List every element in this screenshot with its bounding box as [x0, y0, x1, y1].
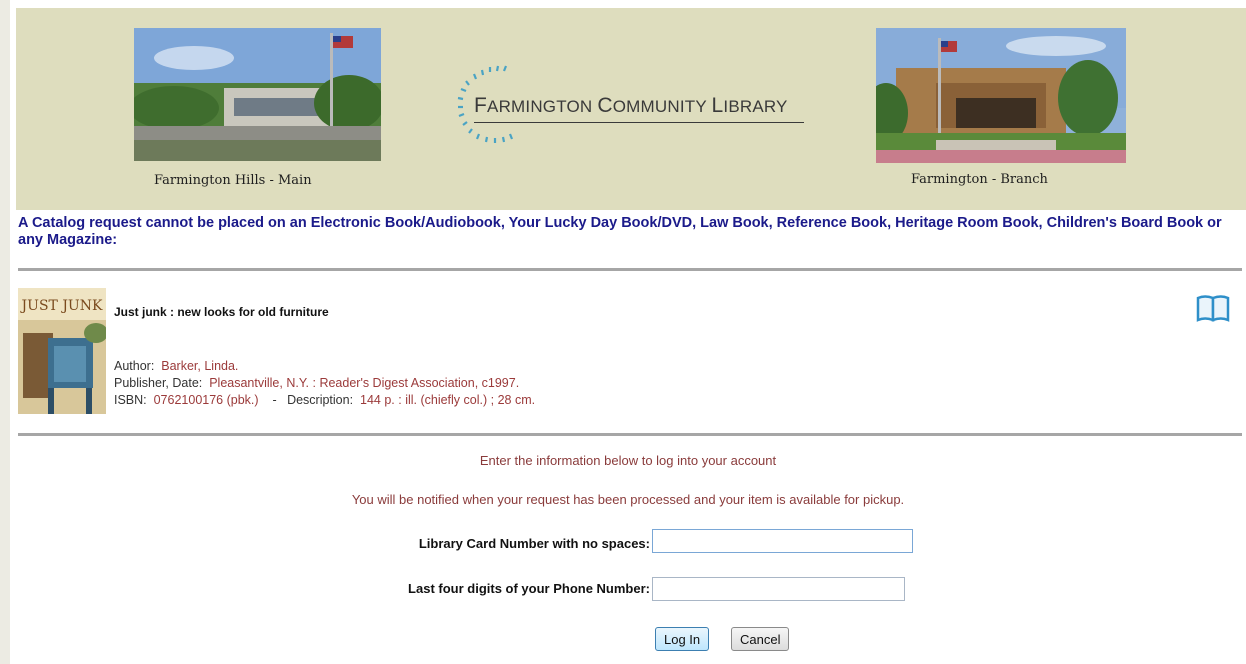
cancel-button[interactable]: Cancel: [731, 627, 790, 651]
item-isbn-description: ISBN: 0762100176 (pbk.) - Description: 1…: [114, 393, 536, 407]
page: Farmington Hills - Main FARMINGTON COMMU…: [10, 0, 1246, 664]
phone-digits-input[interactable]: [652, 577, 905, 601]
open-book-icon[interactable]: [1196, 294, 1230, 322]
divider: [18, 268, 1242, 271]
phone-digits-label: Last four digits of your Phone Number:: [408, 581, 650, 596]
main-library-photo: [134, 28, 381, 161]
library-card-input[interactable]: [652, 529, 913, 553]
item-title: Just junk : new looks for old furniture: [114, 305, 329, 319]
divider: [18, 433, 1242, 436]
library-name: FARMINGTON COMMUNITY LIBRARY: [474, 94, 788, 117]
branch-library-caption: Farmington - Branch: [911, 172, 1048, 187]
item-publisher: Publisher, Date: Pleasantville, N.Y. : R…: [114, 376, 520, 390]
book-cover-image: JUST JUNK: [18, 288, 106, 414]
login-button[interactable]: Log In: [655, 627, 710, 651]
item-author: Author: Barker, Linda.: [114, 359, 239, 373]
login-instructions: Enter the information below to log into …: [479, 453, 777, 468]
cover-title: JUST JUNK: [20, 298, 103, 314]
branch-library-photo: [876, 28, 1126, 163]
catalog-request-notice: A Catalog request cannot be placed on an…: [18, 215, 1222, 248]
pickup-notification-text: You will be notified when your request h…: [351, 492, 905, 507]
library-card-label: Library Card Number with no spaces:: [418, 536, 650, 551]
main-library-caption: Farmington Hills - Main: [154, 173, 312, 188]
logo-underline: [474, 122, 804, 123]
header-banner: Farmington Hills - Main FARMINGTON COMMU…: [16, 8, 1246, 210]
